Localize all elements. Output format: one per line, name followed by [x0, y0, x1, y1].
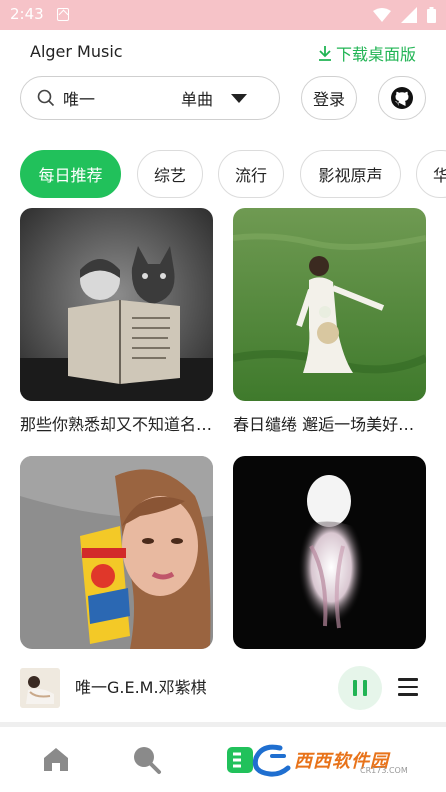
playlist-title[interactable]: 春日缱绻 邂逅一场美好的相遇	[233, 411, 426, 435]
category-chip[interactable]: 综艺	[137, 150, 203, 198]
nav-search[interactable]	[132, 745, 162, 779]
signal-icon	[401, 7, 417, 23]
chevron-down-icon[interactable]	[231, 93, 248, 103]
nav-home[interactable]	[42, 745, 70, 777]
playlist-card[interactable]: 那些你熟悉却又不知道名字的歌	[20, 208, 213, 435]
playlist-title[interactable]: 那些你熟悉却又不知道名字的歌	[20, 411, 213, 435]
download-label: 下载桌面版	[335, 45, 416, 64]
category-chip[interactable]: 每日推荐	[20, 150, 121, 198]
playlist-card[interactable]: 春日缱绻 邂逅一场美好的相遇	[233, 208, 426, 435]
playlist-cover[interactable]	[20, 456, 213, 649]
playlist-cover[interactable]	[233, 456, 426, 649]
search-input[interactable]: 唯一 单曲	[20, 76, 280, 120]
wifi-icon	[373, 8, 391, 22]
category-chip[interactable]: 影视原声	[300, 150, 401, 198]
app-title: Alger Music	[30, 42, 123, 61]
category-tabs: 每日推荐 综艺 流行 影视原声 华	[20, 150, 446, 198]
track-cover[interactable]	[20, 668, 60, 708]
pause-icon	[363, 680, 367, 696]
search-icon	[134, 747, 161, 774]
github-button[interactable]	[378, 76, 426, 120]
playlist-cover[interactable]	[20, 208, 213, 401]
github-icon	[391, 87, 413, 109]
download-desktop-button[interactable]: 下载桌面版	[318, 41, 416, 65]
playlist-card[interactable]	[20, 456, 213, 659]
home-icon	[44, 748, 68, 771]
search-icon	[37, 89, 55, 107]
mini-player[interactable]: 唯一G.E.M.邓紫棋	[0, 660, 446, 720]
status-time: 2:43	[10, 5, 44, 23]
search-query[interactable]: 唯一	[63, 86, 163, 110]
pause-icon	[353, 680, 357, 696]
login-button[interactable]: 登录	[301, 76, 357, 120]
pause-button[interactable]	[338, 666, 382, 710]
notification-icon	[57, 8, 69, 21]
search-type-select[interactable]: 单曲	[181, 86, 213, 110]
battery-icon	[427, 7, 436, 23]
playlist-cover[interactable]	[233, 208, 426, 401]
category-chip[interactable]: 华	[416, 150, 446, 198]
category-chip[interactable]: 流行	[218, 150, 284, 198]
status-icons	[373, 7, 436, 23]
track-title[interactable]: 唯一G.E.M.邓紫棋	[75, 674, 207, 698]
watermark: 西西软件园 CR173.COM	[250, 742, 436, 778]
status-bar: 2:43	[0, 0, 446, 30]
playlist-menu-icon[interactable]	[398, 678, 418, 701]
playlist-card[interactable]	[233, 456, 426, 659]
watermark-sub: CR173.COM	[360, 766, 408, 775]
watermark-logo	[250, 742, 294, 778]
download-icon	[318, 46, 331, 61]
